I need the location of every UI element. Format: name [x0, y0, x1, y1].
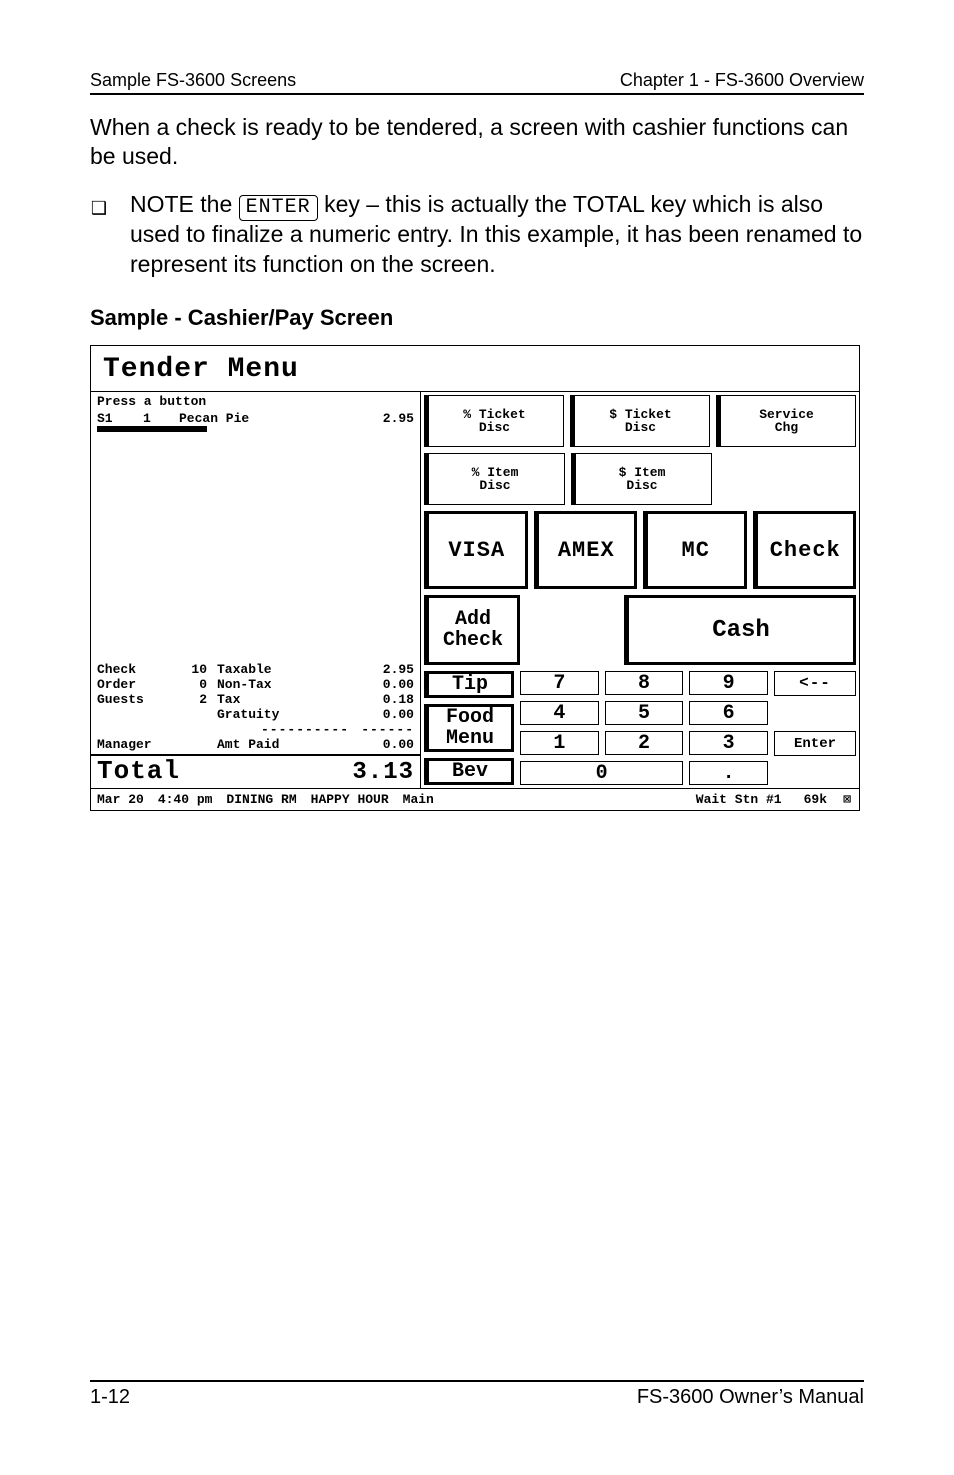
manual-title: FS-3600 Owner’s Manual	[637, 1386, 864, 1409]
status-mode: HAPPY HOUR	[311, 792, 389, 807]
enter-keycap: ENTER	[239, 195, 318, 221]
qty: 1	[143, 411, 163, 426]
header-left: Sample FS-3600 Screens	[90, 70, 296, 91]
pct-item-disc-button[interactable]: % Item Disc	[424, 453, 565, 505]
header-rule	[90, 93, 864, 95]
bev-button[interactable]: Bev	[424, 758, 514, 785]
dol-ticket-disc-button[interactable]: $ Ticket Disc	[570, 395, 710, 447]
status-date: Mar 20	[97, 792, 144, 807]
status-screen: Main	[403, 792, 434, 807]
value-order: 0	[177, 677, 207, 692]
text-cursor	[97, 426, 207, 432]
empty-slot	[774, 762, 856, 785]
bullet-square-icon: ❑	[90, 194, 108, 279]
check-panel: Press a button S1 1 Pecan Pie 2.95 Check…	[91, 392, 421, 788]
numpad-5[interactable]: 5	[605, 701, 684, 725]
label-tax: Tax	[217, 692, 349, 707]
intro-paragraph: When a check is ready to be tendered, a …	[90, 113, 864, 172]
numpad-1[interactable]: 1	[520, 731, 599, 755]
value-taxable: 2.95	[359, 662, 414, 677]
numpad-6[interactable]: 6	[689, 701, 768, 725]
prompt-text: Press a button	[91, 392, 420, 409]
numpad-8[interactable]: 8	[605, 671, 684, 695]
window-title: Tender Menu	[91, 346, 859, 392]
value-gratuity: 0.00	[359, 707, 414, 722]
mc-button[interactable]: MC	[643, 511, 747, 589]
divider-dashes: ----------	[217, 722, 349, 737]
food-menu-button[interactable]: Food Menu	[424, 704, 514, 752]
total-label: Total	[97, 756, 180, 786]
check-button[interactable]: Check	[753, 511, 857, 589]
numpad-3[interactable]: 3	[689, 731, 768, 755]
numpad-7[interactable]: 7	[520, 671, 599, 695]
value-guests: 2	[177, 692, 207, 707]
item-price: 2.95	[364, 411, 414, 426]
numpad-dot[interactable]: .	[689, 761, 768, 785]
total-value: 3.13	[352, 759, 414, 786]
label-guests: Guests	[97, 692, 167, 707]
label-order: Order	[97, 677, 167, 692]
amex-button[interactable]: AMEX	[534, 511, 638, 589]
header-right: Chapter 1 - FS-3600 Overview	[620, 70, 864, 91]
footer-rule	[90, 1380, 864, 1382]
label-check: Check	[97, 662, 167, 677]
empty-slot	[774, 702, 856, 725]
numpad-0[interactable]: 0	[520, 761, 683, 785]
cash-button[interactable]: Cash	[624, 595, 856, 665]
check-summary: Check 10 Taxable 2.95 Order 0 Non-Tax 0.…	[91, 661, 420, 754]
note-pre: NOTE the	[130, 191, 239, 217]
label-gratuity: Gratuity	[217, 707, 349, 722]
numpad-4[interactable]: 4	[520, 701, 599, 725]
numpad-9[interactable]: 9	[689, 671, 768, 695]
page-number: 1-12	[90, 1386, 130, 1409]
tip-button[interactable]: Tip	[424, 671, 514, 698]
backspace-button[interactable]: <--	[774, 671, 856, 696]
numpad-2[interactable]: 2	[605, 731, 684, 755]
status-station: Wait Stn #1	[696, 792, 782, 807]
value-tax: 0.18	[359, 692, 414, 707]
status-memory: 69k	[804, 792, 827, 807]
value-amtpaid: 0.00	[359, 737, 414, 752]
pos-screenshot: Tender Menu Press a button S1 1 Pecan Pi…	[90, 345, 860, 811]
enter-button[interactable]: Enter	[774, 731, 856, 756]
visa-button[interactable]: VISA	[424, 511, 528, 589]
status-room: DINING RM	[226, 792, 296, 807]
pct-ticket-disc-button[interactable]: % Ticket Disc	[424, 395, 564, 447]
empty-slot	[526, 595, 618, 665]
add-check-button[interactable]: Add Check	[424, 595, 520, 665]
value-nontax: 0.00	[359, 677, 414, 692]
seat: S1	[97, 411, 127, 426]
empty-slot	[718, 453, 856, 505]
service-chg-button[interactable]: Service Chg	[716, 395, 856, 447]
label-nontax: Non-Tax	[217, 677, 349, 692]
label-manager: Manager	[97, 737, 167, 752]
label-amtpaid: Amt Paid	[217, 737, 349, 752]
label-taxable: Taxable	[217, 662, 349, 677]
total-bar: Total 3.13	[91, 754, 420, 788]
item-name: Pecan Pie	[179, 411, 348, 426]
section-heading: Sample - Cashier/Pay Screen	[90, 305, 864, 331]
value-check: 10	[177, 662, 207, 677]
lock-icon: ⊠	[841, 792, 853, 807]
status-time: 4:40 pm	[158, 792, 213, 807]
status-bar: Mar 20 4:40 pm DINING RM HAPPY HOUR Main…	[91, 789, 859, 810]
divider-dashes: ------	[359, 722, 414, 737]
dol-item-disc-button[interactable]: $ Item Disc	[571, 453, 712, 505]
note-bullet: ❑ NOTE the ENTER key – this is actually …	[90, 190, 864, 279]
